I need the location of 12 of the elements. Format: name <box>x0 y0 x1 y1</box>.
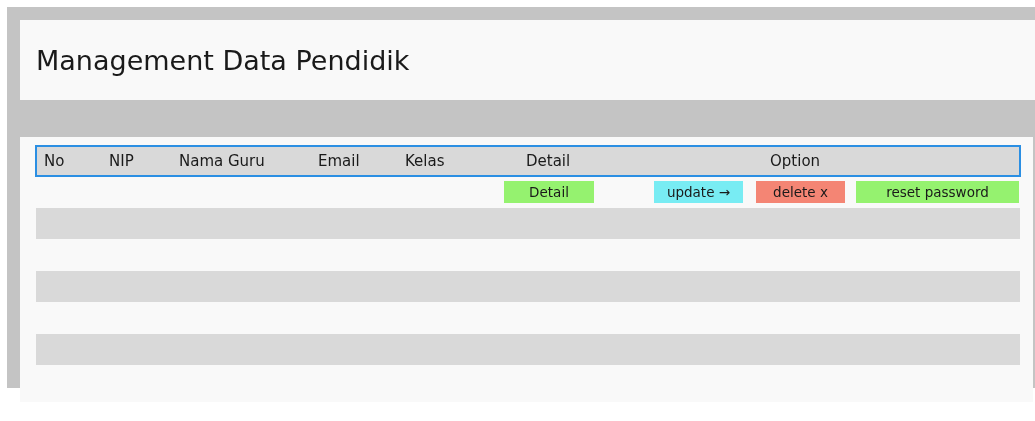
column-header: No <box>44 152 66 170</box>
page-title: Management Data Pendidik <box>36 44 410 76</box>
column-header: Kelas <box>405 152 446 170</box>
column-header: Detail <box>526 152 572 170</box>
column-header: Email <box>318 152 361 170</box>
action-button[interactable]: Detail <box>504 181 594 203</box>
action-button[interactable]: update → <box>654 181 743 203</box>
action-button[interactable]: reset password <box>856 181 1019 203</box>
column-header: Option <box>770 152 821 170</box>
column-header: NIP <box>109 152 135 170</box>
column-header: Nama Guru <box>179 152 266 170</box>
action-button[interactable]: delete x <box>756 181 845 203</box>
